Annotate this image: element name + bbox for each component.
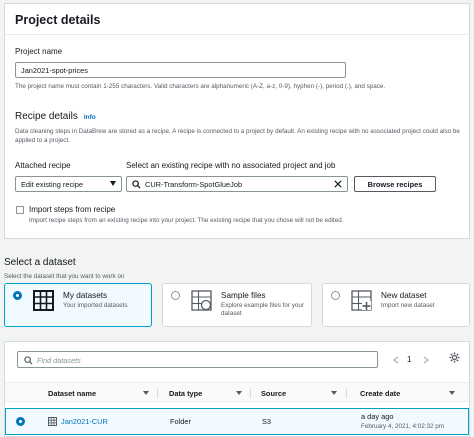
dataset-section-subtitle: Select the dataset that you want to work…: [4, 273, 125, 280]
project-name-input[interactable]: Jan2021-spot-prices: [15, 62, 346, 78]
new-dataset-card[interactable]: New dataset Import new dataset: [322, 283, 470, 327]
sample-files-radio[interactable]: [171, 291, 180, 300]
panel-header: Project details: [5, 4, 469, 35]
dataset-name-link[interactable]: Jan2021-CUR: [61, 417, 108, 426]
attached-recipe-select[interactable]: Edit existing recipe: [15, 176, 122, 192]
info-link[interactable]: Info: [84, 114, 96, 121]
chevron-down-icon: [110, 181, 116, 186]
col-create-date[interactable]: Create date: [360, 389, 400, 398]
import-steps-checkbox[interactable]: [16, 206, 24, 214]
search-icon: [132, 180, 141, 189]
recipe-search-input[interactable]: CUR-Transform-SpotGlueJob: [126, 176, 348, 192]
chevron-right-icon[interactable]: [423, 356, 429, 364]
search-icon: [24, 356, 33, 365]
sample-files-title: Sample files: [221, 291, 266, 300]
sort-icon[interactable]: [143, 391, 149, 395]
dataset-create-date-full: February 4, 2021, 4:02:32 pm: [361, 423, 444, 430]
new-dataset-title: New dataset: [381, 291, 427, 300]
column-divider: [250, 388, 251, 398]
new-dataset-desc: Import new dataset: [381, 302, 435, 309]
col-data-type[interactable]: Data type: [169, 389, 202, 398]
recipe-description: Data cleaning steps in DataBrew are stor…: [15, 128, 460, 144]
panel-title: Project details: [15, 13, 101, 27]
dataset-type: Folder: [170, 417, 191, 426]
sample-files-desc: Explore example files for your dataset: [221, 302, 304, 317]
table-row[interactable]: Jan2021-CUR Folder S3 a day ago February…: [5, 408, 469, 435]
attached-recipe-label: Attached recipe: [15, 161, 71, 170]
gear-icon[interactable]: [449, 352, 460, 363]
col-dataset-name[interactable]: Dataset name: [48, 389, 96, 398]
column-divider: [346, 388, 347, 398]
table-header: Dataset name Data type Source Create dat…: [5, 382, 469, 402]
dataset-table-icon: [48, 417, 57, 426]
dataset-section-title: Select a dataset: [4, 257, 76, 268]
attached-recipe-value: Edit existing recipe: [21, 180, 84, 189]
project-details-panel: Project details Project name Jan2021-spo…: [4, 3, 470, 239]
datasets-table: Find datasets 1 Dataset name Data type S…: [4, 341, 470, 437]
sort-icon[interactable]: [236, 391, 242, 395]
sort-icon[interactable]: [331, 391, 337, 395]
my-datasets-radio[interactable]: [13, 291, 22, 300]
add-table-icon: [351, 290, 372, 311]
find-datasets-input[interactable]: Find datasets: [17, 351, 378, 368]
page-number[interactable]: 1: [407, 355, 411, 364]
col-source[interactable]: Source: [261, 389, 286, 398]
recipe-search-value: CUR-Transform-SpotGlueJob: [145, 180, 243, 189]
table-icon: [33, 290, 54, 311]
browse-recipes-button[interactable]: Browse recipes: [354, 176, 436, 192]
recipe-details-title: Recipe details Info: [15, 111, 96, 122]
my-datasets-title: My datasets: [63, 291, 108, 300]
my-datasets-desc: Your imported datasets: [63, 302, 128, 309]
select-recipe-label: Select an existing recipe with no associ…: [126, 161, 336, 170]
project-name-label: Project name: [15, 47, 63, 56]
sort-icon[interactable]: [449, 391, 455, 395]
dataset-create-date: a day ago: [361, 412, 394, 421]
row-select-radio[interactable]: [16, 417, 25, 426]
dataset-source: S3: [262, 417, 272, 426]
find-datasets-placeholder: Find datasets: [37, 356, 81, 365]
chevron-left-icon[interactable]: [393, 356, 399, 364]
recipe-details-heading: Recipe details: [15, 111, 78, 122]
sample-files-card[interactable]: Sample files Explore example files for y…: [162, 283, 312, 327]
clear-icon[interactable]: [334, 180, 342, 188]
column-divider: [157, 388, 158, 398]
import-steps-hint: Import recipe steps from an existing rec…: [29, 217, 344, 224]
import-steps-label: Import steps from recipe: [29, 205, 116, 214]
sample-table-icon: [191, 290, 212, 311]
project-name-hint: The project name must contain 1-255 char…: [15, 83, 386, 90]
my-datasets-card[interactable]: My datasets Your imported datasets: [4, 283, 152, 327]
new-dataset-radio[interactable]: [331, 291, 340, 300]
